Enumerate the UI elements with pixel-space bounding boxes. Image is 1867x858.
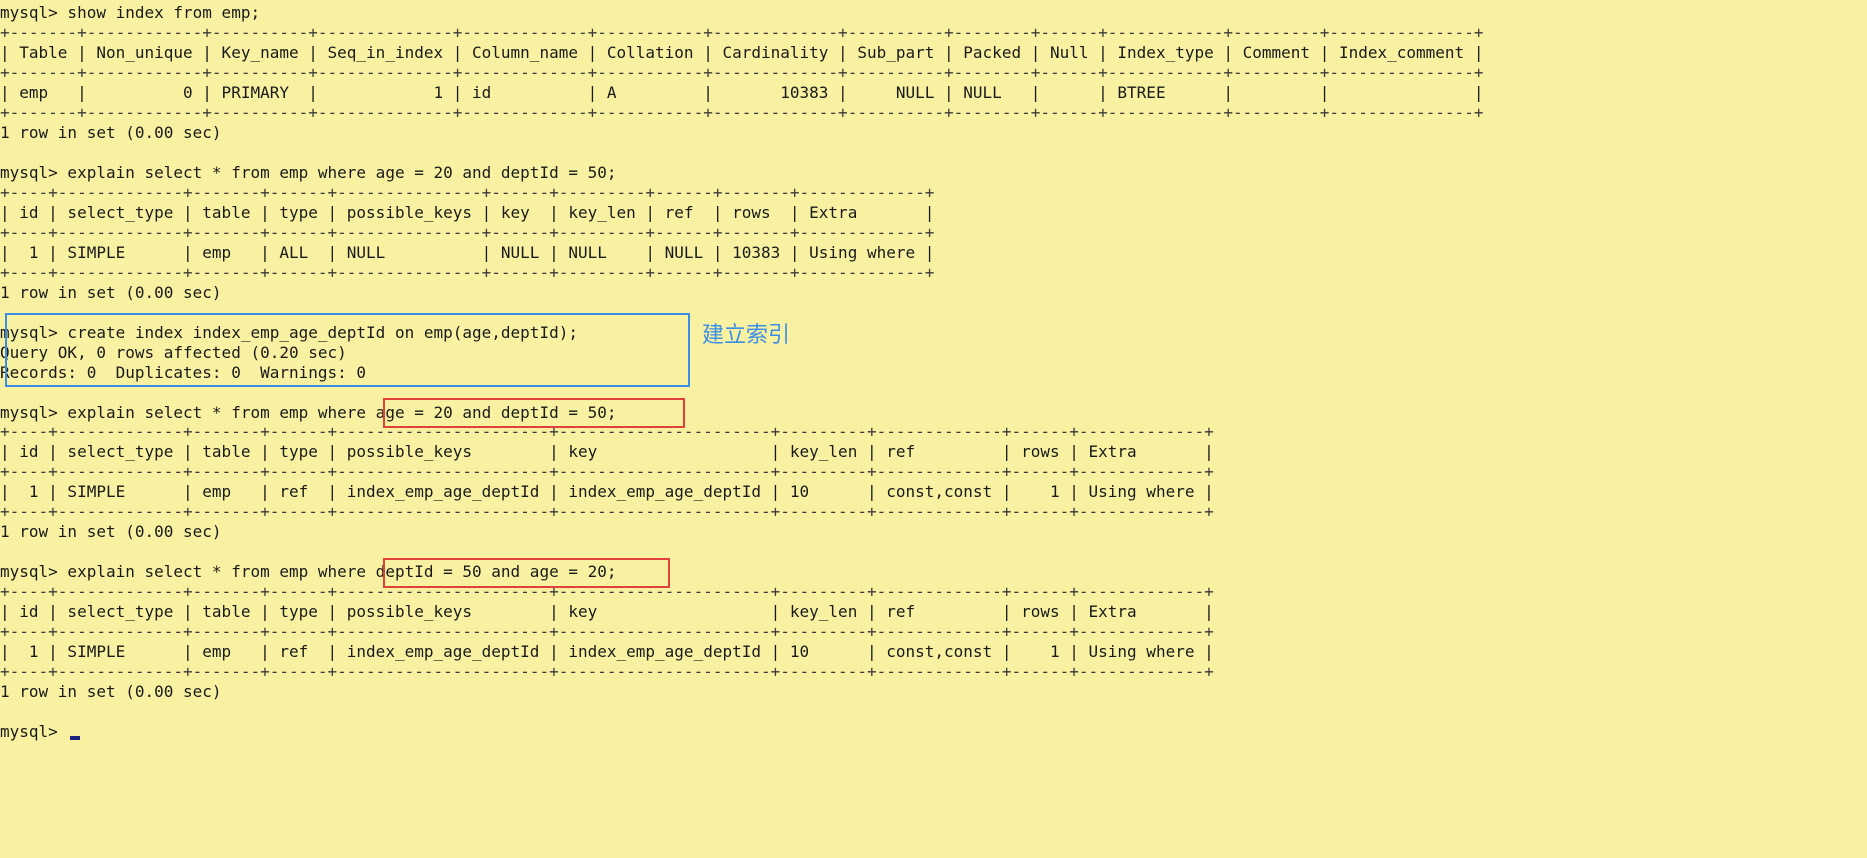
output-line: | Table | Non_unique | Key_name | Seq_in… bbox=[0, 42, 1484, 62]
output-line: 1 row in set (0.00 sec) bbox=[0, 282, 222, 302]
prompt-line: mysql> explain select * from emp where d… bbox=[0, 562, 617, 582]
output-line: | id | select_type | table | type | poss… bbox=[0, 602, 1214, 622]
prompt-line: mysql> bbox=[0, 722, 68, 742]
terminal-cursor bbox=[70, 736, 80, 741]
table-border-line: +----+-------------+-------+------+-----… bbox=[0, 622, 1214, 642]
output-line: 1 row in set (0.00 sec) bbox=[0, 122, 222, 142]
table-border-line: +----+-------------+-------+------+-----… bbox=[0, 582, 1214, 602]
prompt-line: mysql> explain select * from emp where a… bbox=[0, 162, 617, 182]
output-line: 1 row in set (0.00 sec) bbox=[0, 682, 222, 702]
table-border-line: +-------+------------+----------+-------… bbox=[0, 102, 1484, 122]
prompt-line: mysql> explain select * from emp where a… bbox=[0, 402, 617, 422]
output-line: | 1 | SIMPLE | emp | ref | index_emp_age… bbox=[0, 482, 1214, 502]
output-line: Records: 0 Duplicates: 0 Warnings: 0 bbox=[0, 362, 367, 382]
table-border-line: +----+-------------+-------+------+-----… bbox=[0, 262, 935, 282]
table-border-line: +----+-------------+-------+------+-----… bbox=[0, 222, 935, 242]
output-line: | emp | 0 | PRIMARY | 1 | id | A | 10383… bbox=[0, 82, 1484, 102]
table-border-line: +-------+------------+----------+-------… bbox=[0, 62, 1484, 82]
output-line: 1 row in set (0.00 sec) bbox=[0, 522, 222, 542]
output-line: Query OK, 0 rows affected (0.20 sec) bbox=[0, 342, 347, 362]
prompt-line: mysql> create index index_emp_age_deptId… bbox=[0, 322, 578, 342]
table-border-line: +----+-------------+-------+------+-----… bbox=[0, 462, 1214, 482]
terminal-window[interactable]: mysql> show index from emp; +-------+----… bbox=[0, 0, 1867, 858]
output-line: | 1 | SIMPLE | emp | ALL | NULL | NULL |… bbox=[0, 242, 935, 262]
output-line: | id | select_type | table | type | poss… bbox=[0, 202, 935, 222]
table-border-line: +----+-------------+-------+------+-----… bbox=[0, 502, 1214, 522]
prompt-line: mysql> show index from emp; bbox=[0, 3, 261, 22]
output-line: | 1 | SIMPLE | emp | ref | index_emp_age… bbox=[0, 642, 1214, 662]
table-border-line: +----+-------------+-------+------+-----… bbox=[0, 662, 1214, 682]
table-border-line: +----+-------------+-------+------+-----… bbox=[0, 182, 935, 202]
create-index-annotation: 建立索引 bbox=[702, 323, 791, 348]
table-border-line: +----+-------------+-------+------+-----… bbox=[0, 422, 1214, 442]
output-line: | id | select_type | table | type | poss… bbox=[0, 442, 1214, 462]
table-border-line: +-------+------------+----------+-------… bbox=[0, 22, 1484, 42]
